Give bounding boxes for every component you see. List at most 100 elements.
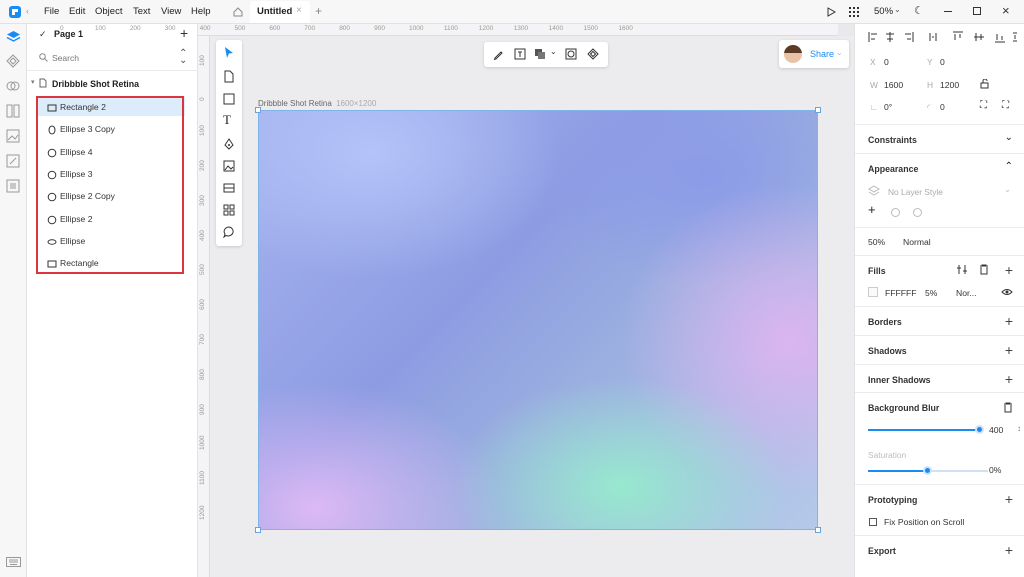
resize-handle-bottom-right[interactable]	[815, 527, 821, 533]
layer-item[interactable]: Ellipse 3	[37, 164, 187, 185]
artboard-layer-name[interactable]: Dribbble Shot Retina	[52, 79, 139, 89]
image-assets-icon[interactable]	[6, 129, 20, 143]
menu-help[interactable]: Help	[191, 6, 211, 17]
fill-hex-input[interactable]: FFFFFF	[885, 288, 917, 298]
artboard-expand-icon[interactable]: ▾	[31, 78, 35, 86]
mask-icon[interactable]	[565, 48, 577, 60]
close-tab-icon[interactable]: ×	[296, 5, 302, 16]
menu-text[interactable]: Text	[133, 6, 150, 17]
library-icon[interactable]	[6, 104, 20, 118]
move-tool-icon[interactable]	[223, 46, 235, 59]
width-input[interactable]: 1600	[884, 80, 903, 90]
layer-item[interactable]: Ellipse 4	[37, 142, 187, 163]
expand-icon[interactable]: ⛶	[1002, 100, 1009, 111]
layer-item[interactable]: Ellipse 2	[37, 209, 187, 230]
avatar[interactable]	[784, 45, 802, 63]
chevron-down-icon[interactable]: ⌄	[1005, 132, 1013, 143]
boolean-union-icon[interactable]	[534, 48, 546, 60]
detach-style-icon[interactable]	[913, 208, 922, 217]
menu-view[interactable]: View	[161, 6, 181, 17]
fit-icon[interactable]: ⛶	[980, 100, 987, 111]
add-shadow-icon[interactable]: +	[1005, 343, 1013, 357]
add-fill-icon[interactable]: +	[1005, 263, 1013, 277]
chevron-up-icon[interactable]: ⌃	[1005, 161, 1013, 172]
moon-icon[interactable]: ☾	[914, 4, 924, 17]
comment-tool-icon[interactable]	[223, 226, 235, 238]
app-logo-icon[interactable]	[9, 6, 21, 18]
blur-value-input[interactable]: 400	[989, 425, 1003, 435]
add-export-icon[interactable]: +	[1005, 543, 1013, 557]
layer-item[interactable]: Ellipse 2 Copy	[37, 186, 187, 207]
boolean-dropdown-icon[interactable]: ⌄	[550, 47, 557, 56]
collapse-all-icon[interactable]: ⌃ ⌄	[179, 49, 187, 66]
zoom-level[interactable]: 50%	[874, 6, 893, 17]
layers-icon[interactable]	[6, 30, 21, 43]
add-border-icon[interactable]: +	[1005, 314, 1013, 328]
text-box-icon[interactable]	[514, 48, 526, 60]
layer-item[interactable]: Ellipse 3 Copy	[37, 119, 187, 140]
components-icon[interactable]	[6, 54, 20, 68]
play-icon[interactable]	[826, 7, 836, 17]
opacity-input[interactable]: 50%	[868, 237, 885, 247]
page-selector[interactable]: Page 1	[54, 29, 83, 39]
resize-handle-top-right[interactable]	[815, 107, 821, 113]
grid-menu-icon[interactable]	[849, 7, 859, 17]
keyboard-icon[interactable]	[6, 557, 21, 567]
artboard-tool-icon[interactable]	[223, 70, 235, 83]
search-input[interactable]	[52, 51, 162, 64]
artboard-gradient[interactable]	[258, 110, 818, 530]
delete-blur-icon[interactable]	[1003, 402, 1013, 413]
artboard-label[interactable]: Dribbble Shot Retina 1600×1200	[258, 99, 376, 108]
zoom-chevron-icon[interactable]: ⌄	[894, 5, 901, 14]
saturation-value-input[interactable]: 0%	[989, 465, 1001, 475]
slice-tool-icon[interactable]	[223, 183, 235, 193]
list-settings-icon[interactable]	[6, 179, 20, 193]
close-window-icon[interactable]: ×	[1002, 3, 1010, 18]
fix-position-checkbox[interactable]	[869, 518, 877, 526]
fill-settings-icon[interactable]	[957, 264, 967, 275]
share-button[interactable]: Share	[810, 49, 834, 59]
y-input[interactable]: 0	[940, 57, 945, 67]
minimize-icon[interactable]	[944, 11, 952, 12]
new-tab-icon[interactable]: +	[315, 4, 322, 18]
resize-handle-bottom-left[interactable]	[255, 527, 261, 533]
eye-icon[interactable]	[1001, 288, 1013, 296]
add-page-icon[interactable]: +	[180, 25, 188, 41]
add-inner-shadow-icon[interactable]: +	[1005, 372, 1013, 386]
rectangle-tool-icon[interactable]	[223, 93, 235, 105]
components-tool-icon[interactable]	[223, 204, 235, 216]
fill-color-swatch[interactable]	[868, 287, 878, 297]
pen-tool-icon[interactable]	[223, 138, 235, 150]
menu-edit[interactable]: Edit	[69, 6, 85, 17]
home-icon[interactable]	[232, 6, 244, 18]
lock-ratio-icon[interactable]	[980, 79, 990, 89]
back-arrow-icon[interactable]: ‹	[26, 6, 29, 16]
text-tool-icon[interactable]: T	[223, 112, 231, 128]
styles-icon[interactable]	[6, 79, 20, 93]
layer-item[interactable]: Rectangle	[37, 253, 187, 274]
resize-handle-top-left[interactable]	[255, 107, 261, 113]
constraints-section[interactable]: Constraints ⌄	[855, 124, 1024, 153]
layer-item[interactable]: Rectangle 2	[37, 97, 187, 118]
x-input[interactable]: 0	[884, 57, 889, 67]
delete-fill-icon[interactable]	[979, 264, 989, 275]
menu-object[interactable]: Object	[95, 6, 122, 17]
image-tool-icon[interactable]	[223, 160, 235, 172]
layer-style-select[interactable]: No Layer Style	[888, 187, 943, 197]
rotation-input[interactable]: 0°	[884, 102, 892, 112]
add-style-icon[interactable]: +	[868, 203, 876, 216]
fill-blend-select[interactable]: Nor...	[956, 288, 977, 298]
layer-item[interactable]: Ellipse	[37, 231, 187, 252]
edit-pen-icon[interactable]	[6, 154, 20, 168]
share-chevron-icon[interactable]: ⌄	[836, 48, 843, 57]
layer-style-chevron-icon[interactable]: ⌄	[1004, 185, 1011, 194]
radius-input[interactable]: 0	[940, 102, 945, 112]
menu-file[interactable]: File	[44, 6, 59, 17]
blur-slider[interactable]	[868, 425, 984, 434]
pencil-icon[interactable]	[493, 49, 504, 60]
create-component-icon[interactable]	[587, 48, 599, 60]
maximize-icon[interactable]	[973, 7, 981, 15]
blend-mode-select[interactable]: Normal	[903, 237, 931, 247]
add-prototype-icon[interactable]: +	[1005, 492, 1013, 506]
align-icons[interactable]	[868, 31, 1018, 43]
